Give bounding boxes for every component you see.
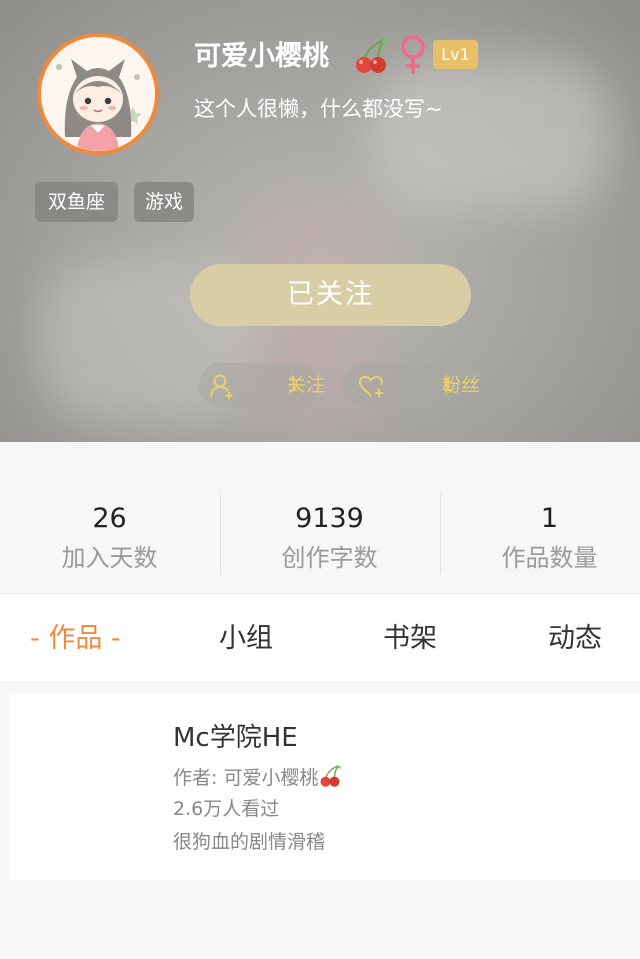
avatar[interactable] <box>37 33 159 155</box>
tag-constellation[interactable]: 双鱼座 <box>35 182 118 222</box>
work-author: 作者: 可爱小樱桃 <box>173 763 342 793</box>
bio-text: 这个人很懒，什么都没写~ <box>194 97 443 121</box>
stat-word-count: 9139 创作字数 <box>223 442 436 592</box>
stat-value: 1 <box>540 503 559 534</box>
author-prefix: 作者: <box>173 767 224 789</box>
avatar-illustration <box>41 37 155 151</box>
tab-bookshelf[interactable]: 书架 <box>383 594 437 684</box>
username: 可爱小樱桃 <box>194 41 329 72</box>
stat-value: 26 <box>92 503 127 534</box>
stat-label: 作品数量 <box>501 544 598 572</box>
fans-label: 粉丝 <box>442 374 481 396</box>
work-views: 2.6万人看过 <box>173 798 280 820</box>
background-blur <box>370 60 610 210</box>
fans-count-button[interactable]: 1 粉丝 <box>342 363 480 407</box>
stat-work-count: 1 作品数量 <box>443 442 640 592</box>
following-count-button[interactable]: 1 关注 <box>199 363 325 407</box>
female-gender-icon <box>401 35 425 74</box>
tab-works[interactable]: - 作品 - <box>30 594 121 684</box>
level-badge: Lv1 <box>433 40 478 69</box>
tab-groups[interactable]: 小组 <box>219 594 273 684</box>
cherry-icon <box>356 38 388 73</box>
stat-value: 9139 <box>295 503 364 534</box>
stat-join-days: 26 加入天数 <box>3 442 216 592</box>
tag-hobby[interactable]: 游戏 <box>134 182 194 222</box>
stat-divider <box>220 494 221 574</box>
tab-activity[interactable]: 动态 <box>548 594 602 684</box>
author-name: 可爱小樱桃 <box>223 767 319 789</box>
work-description: 很狗血的剧情滑稽 <box>173 831 326 853</box>
add-user-icon <box>210 374 233 399</box>
tab-bar: - 作品 - 小组 书架 动态 <box>0 593 640 683</box>
stat-divider <box>440 494 441 574</box>
work-title: Mc学院HE <box>173 723 298 753</box>
work-card[interactable]: Mc学院HE 作者: 可爱小樱桃 2.6万人看过 很狗血的剧情滑稽 <box>9 693 640 880</box>
stat-label: 创作字数 <box>281 544 378 572</box>
heart-plus-icon <box>359 375 383 397</box>
followed-button[interactable]: 已关注 <box>190 264 471 326</box>
stats-bar: 26 加入天数 9139 创作字数 1 作品数量 <box>0 442 640 592</box>
following-label: 关注 <box>287 374 326 396</box>
cherry-icon <box>320 765 342 787</box>
stat-label: 加入天数 <box>61 544 158 572</box>
profile-header: 可爱小樱桃 Lv1 这个人很懒，什么都没写~ 双鱼座 游戏 已关注 1 关注 1… <box>0 0 640 442</box>
